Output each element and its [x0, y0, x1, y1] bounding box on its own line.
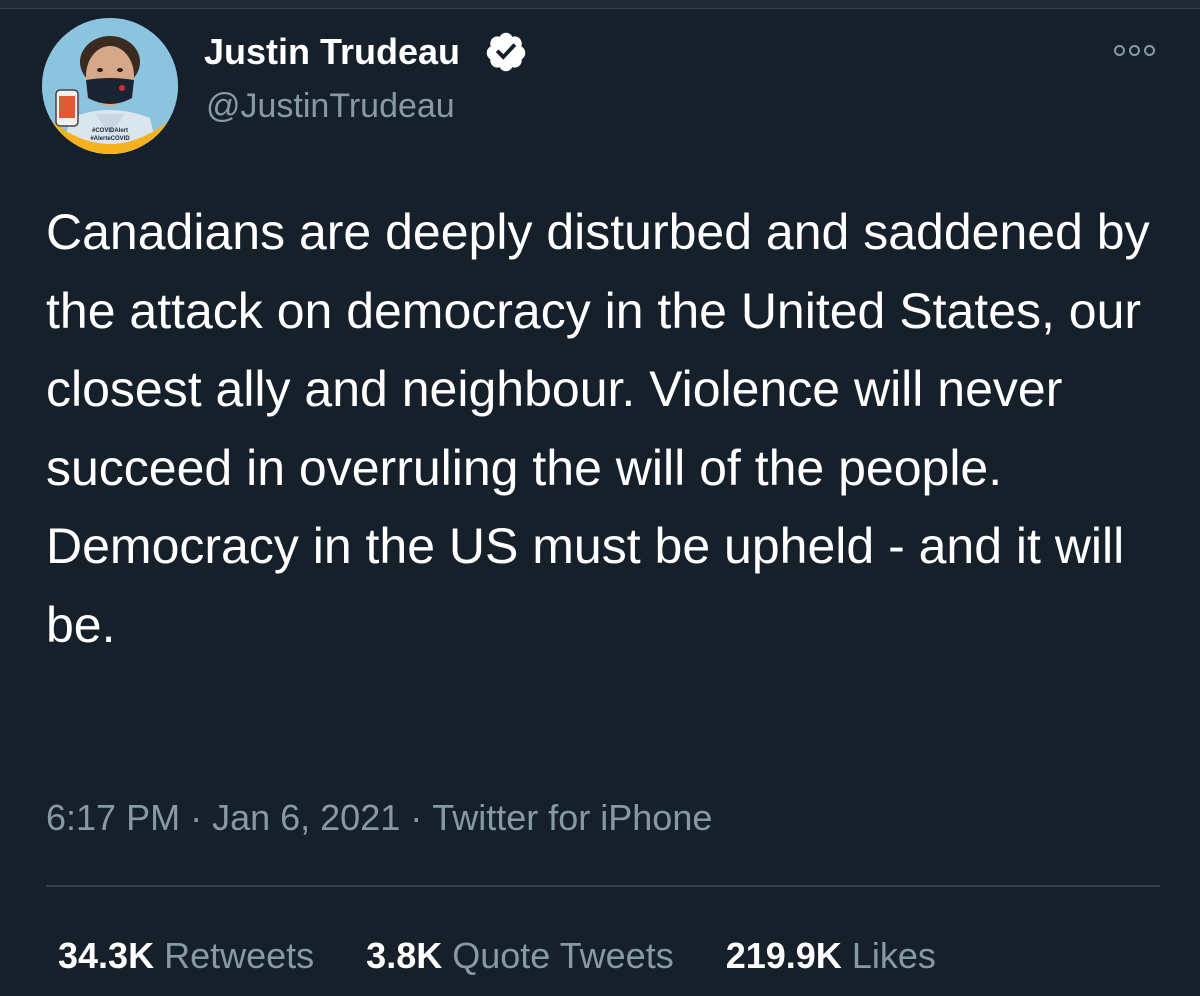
- top-divider: [0, 0, 1200, 9]
- stats-divider: [46, 885, 1160, 887]
- avatar-badge-line-2: #AlerteCOVID: [90, 136, 130, 142]
- tweet-meta: 6:17 PM · Jan 6, 2021 · Twitter for iPhone: [46, 794, 712, 842]
- avatar-badge-line-1: #COVIDAlert: [92, 128, 128, 134]
- likes-stat[interactable]: 219.9K Likes: [726, 932, 936, 980]
- retweets-stat[interactable]: 34.3K Retweets: [58, 932, 314, 980]
- retweets-label: Retweets: [164, 935, 315, 976]
- meta-separator: ·: [410, 797, 423, 838]
- avatar[interactable]: #COVIDAlert #AlerteCOVID: [42, 18, 178, 154]
- tweet-time[interactable]: 6:17 PM: [46, 797, 180, 838]
- more-options-icon[interactable]: [1106, 36, 1162, 64]
- author-name[interactable]: Justin Trudeau: [204, 30, 460, 74]
- more-dot: [1128, 44, 1140, 56]
- meta-separator: ·: [190, 797, 203, 838]
- quote-tweets-count: 3.8K: [366, 935, 443, 976]
- tweet-source[interactable]: Twitter for iPhone: [432, 797, 712, 838]
- engagement-stats: 34.3K Retweets 3.8K Quote Tweets 219.9K …: [58, 932, 936, 980]
- author-handle[interactable]: @JustinTrudeau: [206, 84, 455, 128]
- more-dot: [1143, 44, 1155, 56]
- likes-label: Likes: [851, 935, 936, 976]
- quote-tweets-label: Quote Tweets: [452, 935, 674, 976]
- retweets-count: 34.3K: [58, 935, 155, 976]
- more-dot: [1113, 44, 1125, 56]
- quote-tweets-stat[interactable]: 3.8K Quote Tweets: [366, 932, 674, 980]
- tweet-text: Canadians are deeply disturbed and sadde…: [46, 204, 1150, 653]
- avatar-image: #COVIDAlert #AlerteCOVID: [42, 18, 178, 154]
- tweet-date[interactable]: Jan 6, 2021: [212, 797, 400, 838]
- verified-badge-icon: [486, 32, 526, 72]
- likes-count: 219.9K: [725, 935, 842, 976]
